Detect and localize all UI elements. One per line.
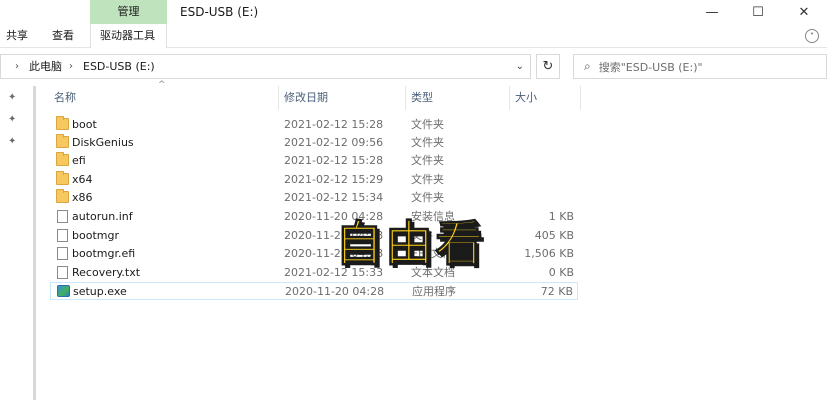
file-date: 2021-02-12 09:56 (284, 136, 384, 149)
search-icon: ⌕ (584, 59, 591, 73)
file-row-autorun[interactable]: autorun.inf 2020-11-20 04:28 安装信息 1 KB (50, 208, 578, 226)
file-row-diskgenius[interactable]: DiskGenius 2021-02-12 09:56 文件夹 (50, 134, 578, 152)
address-history-dropdown-icon[interactable]: ⌄ (516, 55, 524, 78)
document-icon (57, 247, 68, 260)
file-row-efi[interactable]: efi 2021-02-12 15:28 文件夹 (50, 152, 578, 170)
ribbon-expand-icon[interactable]: ˅ (805, 29, 819, 43)
settings-file-icon (57, 210, 68, 223)
file-row-x86[interactable]: x86 2021-02-12 15:34 文件夹 (50, 189, 578, 207)
breadcrumb-separator: › (15, 61, 19, 72)
ribbon-tabs: 共享 查看 驱动器工具 ˅ (0, 24, 827, 48)
column-divider[interactable] (405, 86, 406, 110)
file-type: 文件夹 (411, 173, 444, 186)
search-placeholder: 搜索"ESD-USB (E:)" (598, 60, 703, 74)
file-name: setup.exe (73, 285, 127, 298)
file-row-setup[interactable]: setup.exe 2020-11-20 04:28 应用程序 72 KB (50, 282, 578, 300)
file-name: bootmgr (72, 229, 119, 242)
file-row-recovery[interactable]: Recovery.txt 2021-02-12 15:33 文本文档 0 KB (50, 264, 578, 282)
file-size: 72 KB (540, 285, 573, 298)
file-size: 1 KB (548, 210, 574, 223)
title-bar: 管理 ESD-USB (E:) — ☐ ✕ (0, 0, 827, 24)
file-date: 2021-02-12 15:29 (284, 173, 384, 186)
file-size: 0 KB (548, 266, 574, 279)
column-header-size[interactable]: 大小 (515, 86, 537, 110)
column-divider[interactable] (580, 86, 581, 110)
folder-icon (56, 134, 69, 148)
pin-icon: ✦ (8, 114, 17, 125)
file-name: x64 (72, 173, 93, 186)
folder-icon (56, 171, 69, 185)
refresh-button[interactable]: ↻ (536, 54, 560, 79)
close-button[interactable]: ✕ (781, 0, 827, 24)
file-date: 2020-11-20 04:28 (285, 285, 385, 298)
address-bar[interactable]: › 此电脑 › ESD-USB (E:) ⌄ (0, 54, 531, 79)
column-header-date[interactable]: 修改日期 (284, 86, 328, 110)
pin-icon: ✦ (8, 136, 17, 147)
column-divider[interactable] (278, 86, 279, 110)
tab-view[interactable]: 查看 (52, 24, 74, 48)
file-name: DiskGenius (72, 136, 134, 149)
file-name: Recovery.txt (72, 266, 141, 279)
pin-icon: ✦ (8, 92, 17, 103)
file-size: 405 KB (534, 229, 574, 242)
sort-ascending-icon: ^ (158, 80, 166, 90)
tab-share[interactable]: 共享 (6, 24, 28, 48)
file-type: 文件夹 (411, 118, 444, 131)
file-name: efi (72, 154, 86, 167)
file-row-x64[interactable]: x64 2021-02-12 15:29 文件夹 (50, 171, 578, 189)
file-name: x86 (72, 191, 93, 204)
file-type: 文件夹 (411, 154, 444, 167)
file-type: 文件夹 (411, 191, 444, 204)
tab-manage[interactable]: 管理 (90, 0, 167, 24)
text-file-icon (57, 266, 68, 279)
file-size: 1,506 KB (524, 247, 574, 260)
watermark-text: 自由看 (334, 216, 486, 273)
file-date: 2021-02-12 15:28 (284, 154, 384, 167)
folder-icon (56, 152, 69, 166)
file-row-boot[interactable]: boot 2021-02-12 15:28 文件夹 (50, 116, 578, 134)
breadcrumb-this-pc[interactable]: 此电脑 (29, 55, 62, 78)
folder-icon (56, 116, 69, 130)
navigation-pane: ✦ ✦ ✦ (0, 86, 36, 400)
file-type: 应用程序 (412, 285, 456, 298)
maximize-button[interactable]: ☐ (735, 0, 781, 24)
file-type: 文件夹 (411, 136, 444, 149)
folder-icon (56, 189, 69, 203)
file-name: bootmgr.efi (72, 247, 136, 260)
file-name: boot (72, 118, 97, 131)
watermark: 自由看 自由看 (334, 216, 498, 278)
document-icon (57, 229, 68, 242)
exe-icon (57, 285, 70, 297)
breadcrumb-drive[interactable]: ESD-USB (E:) (83, 55, 155, 78)
column-divider[interactable] (509, 86, 510, 110)
file-name: autorun.inf (72, 210, 133, 223)
breadcrumb-separator: › (69, 61, 73, 72)
file-date: 2021-02-12 15:28 (284, 118, 384, 131)
tab-drive-tools[interactable]: 驱动器工具 (100, 24, 155, 48)
navigation-scrollbar[interactable] (33, 86, 36, 400)
file-row-bootmgr-efi[interactable]: bootmgr.efi 2020-11-20 04:28 EFI 文件 1,50… (50, 245, 578, 263)
file-date: 2021-02-12 15:34 (284, 191, 384, 204)
address-row: › 此电脑 › ESD-USB (E:) ⌄ ↻ ⌕ 搜索"ESD-USB (E… (0, 48, 827, 86)
search-input[interactable]: ⌕ 搜索"ESD-USB (E:)" (573, 54, 827, 79)
column-header-name[interactable]: 名称 (54, 86, 76, 110)
file-row-bootmgr[interactable]: bootmgr 2020-11-20 04:28 文件 405 KB (50, 227, 578, 245)
minimize-button[interactable]: — (689, 0, 735, 24)
column-header-type[interactable]: 类型 (411, 86, 433, 110)
window-title: ESD-USB (E:) (180, 5, 259, 19)
